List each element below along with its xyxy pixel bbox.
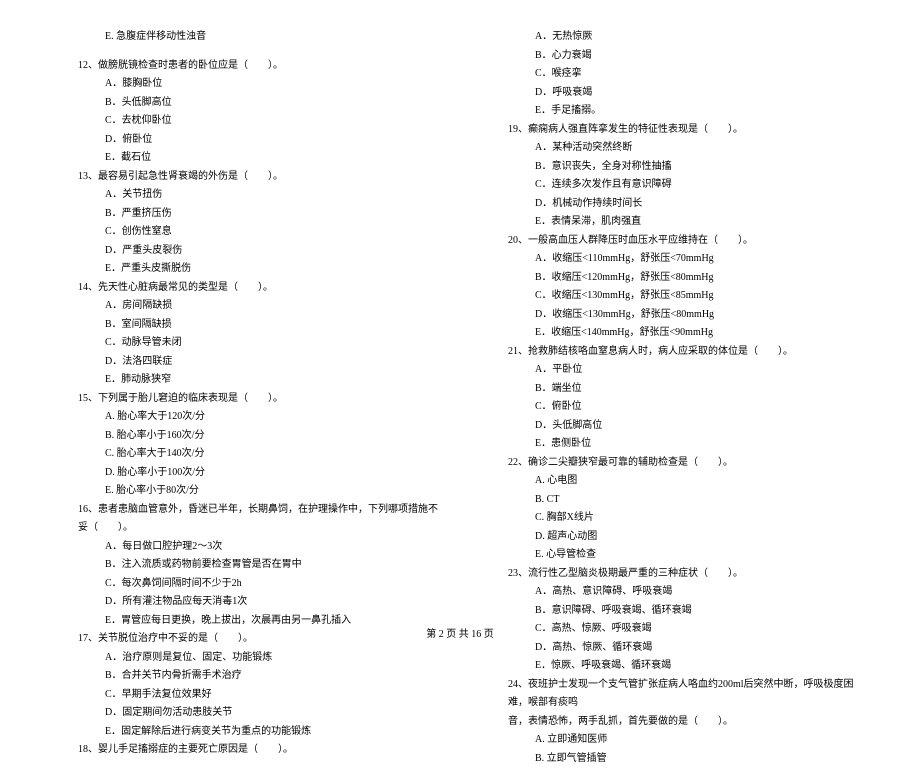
question-option: B．合并关节内骨折需手术治疗 [50,667,440,686]
question-option: B. 立即气管插管 [480,750,870,768]
question-option: C．每次鼻饲间隔时间不少于2h [50,575,440,594]
question-stem: 14、先天性心脏病最常见的类型是（ ）。 [50,279,440,298]
question-option: B．收缩压<120mmHg，舒张压<80mmHg [480,269,870,288]
question-stem-cont: 音，表情恐怖，两手乱抓，首先要做的是（ ）。 [480,713,870,732]
question-option: D．收缩压<130mmHg，舒张压<80mmHg [480,306,870,325]
question-option: C. 胎心率大于140次/分 [50,445,440,464]
question-option: E. 心导管检查 [480,546,870,565]
page-footer: 第 2 页 共 16 页 [0,625,920,640]
question-stem: 23、流行性乙型脑炎极期最严重的三种症状（ ）。 [480,565,870,584]
question-option: B. CT [480,491,870,510]
question-option: A．房间隔缺损 [50,297,440,316]
left-column: E. 急腹症伴移动性浊音 12、做膀胱镜检查时患者的卧位应是（ ）。A．膝胸卧位… [50,28,440,768]
question-option: B．头低脚高位 [50,94,440,113]
right-column: A．无热惊厥B．心力衰竭C．喉痉挛D．呼吸衰竭E．手足搐搦。 19、癫痫病人强直… [480,28,870,768]
question-option: B. 胎心率小于160次/分 [50,427,440,446]
question-option: A．无热惊厥 [480,28,870,47]
page-content: E. 急腹症伴移动性浊音 12、做膀胱镜检查时患者的卧位应是（ ）。A．膝胸卧位… [0,0,920,768]
question-option: B．心力衰竭 [480,47,870,66]
question-stem: 24、夜班护士发现一个支气管扩张症病人咯血约200ml后突然中断，呼吸极度困难，… [480,676,870,713]
question-option: A. 立即通知医师 [480,731,870,750]
question-option: A．高热、意识障碍、呼吸衰竭 [480,583,870,602]
question-option: D．固定期间勿活动患肢关节 [50,704,440,723]
question-option: A. 心电图 [480,472,870,491]
question-option: A．膝胸卧位 [50,75,440,94]
question-option: E．严重头皮撕脱伤 [50,260,440,279]
question-stem: 20、一般高血压人群降压时血压水平应维持在（ ）。 [480,232,870,251]
question-option: B．意识障碍、呼吸衰竭、循环衰竭 [480,602,870,621]
question-option: B．室间隔缺损 [50,316,440,335]
question-option: D．头低脚高位 [480,417,870,436]
question-option: D．法洛四联症 [50,353,440,372]
question-option: B．严重挤压伤 [50,205,440,224]
question-option: C．连续多次发作且有意识障碍 [480,176,870,195]
question-stem: 22、确诊二尖瓣狭窄最可靠的辅助检查是（ ）。 [480,454,870,473]
question-option: D. 胎心率小于100次/分 [50,464,440,483]
question-option: B．端坐位 [480,380,870,399]
question-option: E．固定解除后进行病变关节为重点的功能锻炼 [50,723,440,742]
question-stem: 16、患者患脑血管意外，昏迷已半年，长期鼻饲，在护理操作中，下列哪项措施不妥（ … [50,501,440,538]
question-option: D．俯卧位 [50,131,440,150]
question-option: E．表情呆滞，肌肉强直 [480,213,870,232]
question-option: D．呼吸衰竭 [480,84,870,103]
question-stem: 19、癫痫病人强直阵挛发生的特征性表现是（ ）。 [480,121,870,140]
question-option: E. 胎心率小于80次/分 [50,482,440,501]
question-option: A. 胎心率大于120次/分 [50,408,440,427]
question-option: D．机械动作持续时间长 [480,195,870,214]
question-option: E．收缩压<140mmHg，舒张压<90mmHg [480,324,870,343]
question-option: E．手足搐搦。 [480,102,870,121]
question-option: E．截石位 [50,149,440,168]
question-stem: 13、最容易引起急性肾衰竭的外伤是（ ）。 [50,168,440,187]
question-option: C．俯卧位 [480,398,870,417]
question-option: C．去枕仰卧位 [50,112,440,131]
question-option: E．肺动脉狭窄 [50,371,440,390]
question-stem: 12、做膀胱镜检查时患者的卧位应是（ ）。 [50,57,440,76]
question-option: A．平卧位 [480,361,870,380]
question-option: A．某种活动突然终断 [480,139,870,158]
question-option: A．收缩压<110mmHg，舒张压<70mmHg [480,250,870,269]
question-option: B．意识丧失，全身对称性抽搐 [480,158,870,177]
orphan-option: E. 急腹症伴移动性浊音 [50,28,440,47]
question-option: A．关节扭伤 [50,186,440,205]
question-stem: 21、抢救肺结核咯血窒息病人时，病人应采取的体位是（ ）。 [480,343,870,362]
question-option: E．患侧卧位 [480,435,870,454]
question-option: C．收缩压<130mmHg，舒张压<85mmHg [480,287,870,306]
question-option: D．高热、惊厥、循环衰竭 [480,639,870,658]
question-option: C. 胸部X线片 [480,509,870,528]
question-option: B．注入流质或药物前要检查胃管是否在胃中 [50,556,440,575]
question-stem: 18、婴儿手足搐搦症的主要死亡原因是（ ）。 [50,741,440,760]
question-stem: 15、下列属于胎儿窘迫的临床表现是（ ）。 [50,390,440,409]
question-option: C．动脉导管未闭 [50,334,440,353]
question-option: C．喉痉挛 [480,65,870,84]
question-option: D．严重头皮裂伤 [50,242,440,261]
question-option: D．所有灌注物品应每天消毒1次 [50,593,440,612]
question-option: A．每日做口腔护理2～3次 [50,538,440,557]
question-option: C．创伤性窒息 [50,223,440,242]
question-option: E．惊厥、呼吸衰竭、循环衰竭 [480,657,870,676]
question-option: C．早期手法复位效果好 [50,686,440,705]
question-option: A．治疗原则是复位、固定、功能锻炼 [50,649,440,668]
question-option: D. 超声心动图 [480,528,870,547]
